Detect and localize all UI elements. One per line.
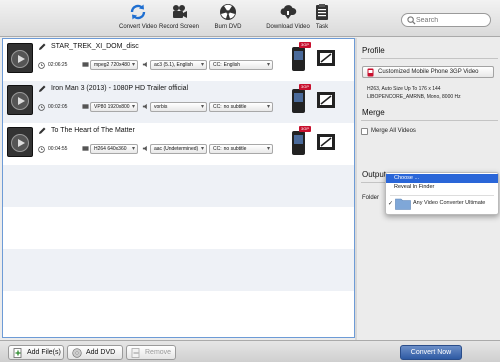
file-row[interactable]: Iron Man 3 (2013) - 1080P HD Trailer off… <box>3 81 354 123</box>
menu-item-selected-folder[interactable]: Any Video Converter Ultimate <box>413 200 485 206</box>
profile-button-label: Customized Mobile Phone 3GP Video <box>378 69 479 75</box>
menu-item-reveal-in-finder[interactable]: Reveal In Finder <box>386 183 498 192</box>
convert-icon <box>130 4 146 20</box>
file-duration: 00:02:05 <box>48 104 68 110</box>
format-badge: 3GP <box>299 126 311 132</box>
phone-small-icon <box>367 68 374 77</box>
clock-icon <box>38 62 45 69</box>
subtitle-select[interactable]: CC: no subtitle <box>209 102 273 112</box>
search-icon <box>407 16 416 25</box>
folder-label: Folder <box>362 195 380 201</box>
search-field[interactable] <box>401 13 491 27</box>
merge-checkbox[interactable] <box>361 128 368 135</box>
menu-separator <box>390 195 494 196</box>
output-title: Output <box>362 170 387 179</box>
add-dvd-label: Add DVD <box>86 349 116 356</box>
video-track-select[interactable]: VP80 1920x800 <box>90 102 138 112</box>
search-input[interactable] <box>416 15 486 25</box>
subtitle-select[interactable]: CC: English <box>209 60 273 70</box>
radiation-icon <box>220 4 236 20</box>
task-label: Task <box>315 24 329 30</box>
remove-icon <box>131 348 140 358</box>
dvd-icon <box>72 348 82 358</box>
video-track-icon <box>82 146 89 151</box>
file-name: To The Heart of The Matter <box>51 127 135 134</box>
format-badge: 3GP <box>299 84 311 90</box>
file-name: STAR_TREK_XI_DOM_disc <box>51 43 139 50</box>
file-row[interactable]: To The Heart of The Matter 00:04:55 H264… <box>3 123 354 165</box>
mobile-phone-icon[interactable] <box>291 44 306 72</box>
video-track-icon <box>82 104 89 109</box>
add-file-icon <box>13 348 22 358</box>
file-row[interactable]: STAR_TREK_XI_DOM_disc 02:06:25 mpeg2 720… <box>3 39 354 81</box>
folder-dropdown-menu: Choose ... Reveal In Finder ✓ Any Video … <box>385 172 499 215</box>
edit-video-icon[interactable] <box>315 131 337 153</box>
camera-icon <box>173 5 187 18</box>
video-thumbnail[interactable] <box>7 127 33 157</box>
audio-track-select[interactable]: vorbis <box>150 102 207 112</box>
empty-row <box>3 249 354 291</box>
file-name: Iron Man 3 (2013) - 1080P HD Trailer off… <box>51 85 189 92</box>
merge-title: Merge <box>362 108 385 117</box>
pencil-icon[interactable] <box>38 85 46 93</box>
subtitle-prefix: CC: <box>213 62 222 68</box>
clipboard-icon <box>316 4 328 20</box>
subtitle-prefix: CC: <box>213 146 222 152</box>
profile-info-line2: LIBOPENCORE_AMRNB, Mono, 8000 Hz <box>367 94 461 100</box>
audio-track-select[interactable]: ac3 (5.1), English <box>150 60 207 70</box>
edit-video-icon[interactable] <box>315 89 337 111</box>
checkmark-icon: ✓ <box>388 201 394 207</box>
video-thumbnail[interactable] <box>7 43 33 73</box>
add-files-label: Add File(s) <box>27 349 61 356</box>
add-files-button[interactable]: Add File(s) <box>8 345 64 360</box>
bottom-bar: Add File(s) Add DVD Remove Convert Now <box>0 340 500 362</box>
menu-item-choose[interactable]: Choose ... <box>386 174 498 183</box>
mobile-phone-icon[interactable] <box>291 128 306 156</box>
task-button[interactable]: Task <box>292 3 352 35</box>
merge-checkbox-label[interactable]: Merge All Videos <box>371 128 416 134</box>
subtitle-select[interactable]: CC: no subtitle <box>209 144 273 154</box>
burn-dvd-label: Burn DVD <box>214 24 242 30</box>
subtitle-value: no subtitle <box>223 146 247 152</box>
file-duration: 02:06:25 <box>48 62 68 68</box>
play-icon[interactable] <box>11 92 29 110</box>
format-badge: 3GP <box>299 42 311 48</box>
convert-now-button[interactable]: Convert Now <box>400 345 462 360</box>
audio-track-select[interactable]: aac (Undetermined) <box>150 144 207 154</box>
burn-dvd-button[interactable]: Burn DVD <box>198 3 258 35</box>
file-duration: 00:04:55 <box>48 146 68 152</box>
audio-track-icon <box>142 103 147 110</box>
profile-select-button[interactable]: Customized Mobile Phone 3GP Video <box>362 66 494 78</box>
file-list[interactable]: STAR_TREK_XI_DOM_disc 02:06:25 mpeg2 720… <box>2 38 355 338</box>
remove-button[interactable]: Remove <box>126 345 176 360</box>
divider <box>361 120 498 121</box>
add-dvd-button[interactable]: Add DVD <box>67 345 123 360</box>
subtitle-prefix: CC: <box>213 104 222 110</box>
clock-icon <box>38 146 45 153</box>
divider <box>361 58 498 59</box>
video-thumbnail[interactable] <box>7 85 33 115</box>
video-track-select[interactable]: H264 640x360 <box>90 144 138 154</box>
subtitle-value: English <box>223 62 241 68</box>
profile-info-line1: H263, Auto Size Up To 176 x 144 <box>367 86 441 92</box>
toolbar: Convert Video Record Screen Burn DVD Dow… <box>0 0 500 37</box>
edit-video-icon[interactable] <box>315 47 337 69</box>
play-icon[interactable] <box>11 134 29 152</box>
pencil-icon[interactable] <box>38 127 46 135</box>
audio-track-icon <box>142 61 147 68</box>
clock-icon <box>38 104 45 111</box>
folder-icon <box>395 198 411 210</box>
profile-title: Profile <box>362 46 385 55</box>
video-track-icon <box>82 62 89 67</box>
subtitle-value: no subtitle <box>223 104 247 110</box>
app-window: Convert Video Record Screen Burn DVD Dow… <box>0 0 500 362</box>
play-icon[interactable] <box>11 50 29 68</box>
video-track-select[interactable]: mpeg2 720x480 <box>90 60 138 70</box>
empty-row <box>3 165 354 207</box>
audio-track-icon <box>142 145 147 152</box>
remove-label: Remove <box>145 349 172 356</box>
pencil-icon[interactable] <box>38 43 46 51</box>
mobile-phone-icon[interactable] <box>291 86 306 114</box>
